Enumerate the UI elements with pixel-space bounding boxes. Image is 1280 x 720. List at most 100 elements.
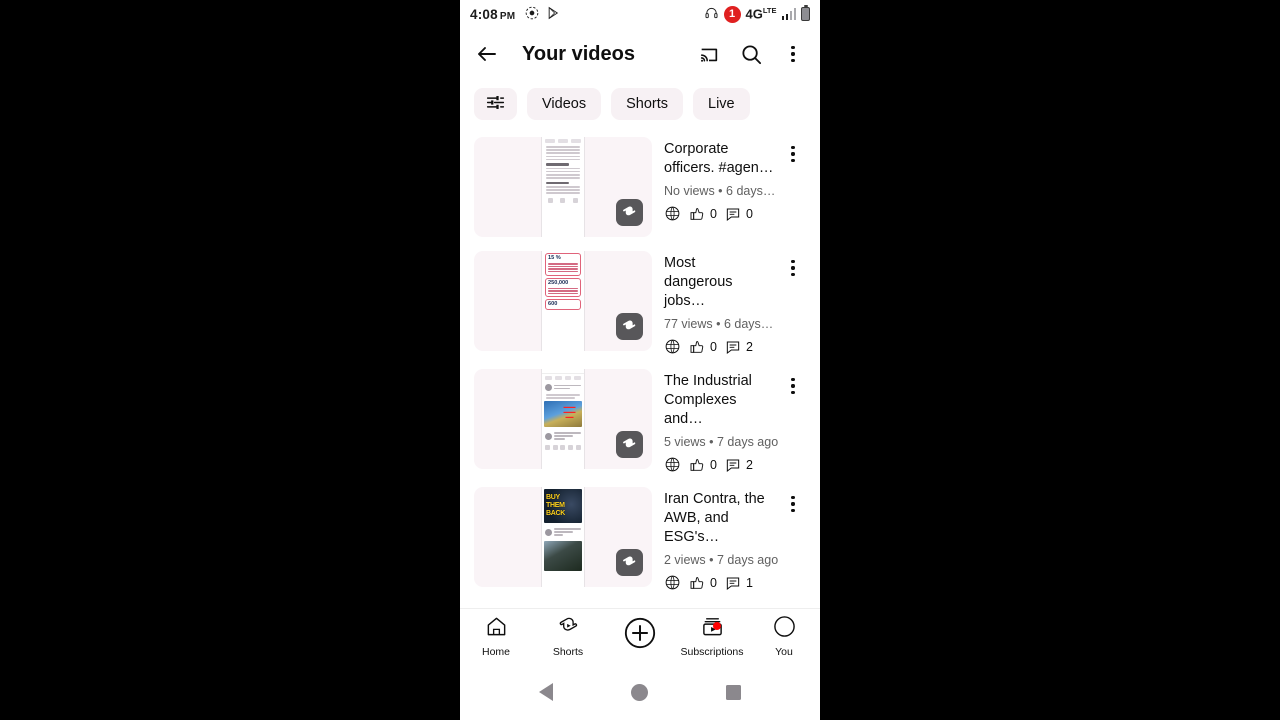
video-row-menu-icon[interactable] <box>780 141 806 167</box>
visibility-public-icon <box>664 338 681 355</box>
video-row[interactable]: ▬▬▬ ▬▬▬ ▬▬ The Industrial Complexes and… 5… <box>460 364 820 482</box>
video-row-menu-icon[interactable] <box>780 373 806 399</box>
video-thumbnail[interactable] <box>474 137 652 237</box>
play-store-icon <box>547 6 560 23</box>
filter-chip-row: Videos Shorts Live <box>460 80 820 132</box>
chip-filter[interactable] <box>474 88 517 120</box>
shorts-badge-icon <box>616 431 643 458</box>
subscriptions-badge-dot <box>713 622 721 630</box>
thumbnail-art-infographic: 15 % 250,000 600 <box>541 251 585 351</box>
video-thumbnail[interactable]: 15 % 250,000 600 <box>474 251 652 351</box>
nav-item-shorts[interactable]: Shorts <box>532 615 604 658</box>
status-bar-clock: 4:08 PM <box>470 7 515 22</box>
shorts-badge-icon <box>616 199 643 226</box>
back-arrow-icon[interactable] <box>474 41 500 67</box>
video-stats: 0 2 <box>664 338 806 355</box>
create-plus-icon <box>623 616 657 655</box>
like-count-value: 0 <box>710 339 717 354</box>
chip-shorts[interactable]: Shorts <box>611 88 683 120</box>
video-row-menu-icon[interactable] <box>780 491 806 517</box>
android-back-icon[interactable] <box>539 683 553 701</box>
comment-count-value: 2 <box>745 339 753 354</box>
like-count-value: 0 <box>710 575 717 590</box>
video-title: Most dangerous jobs… <box>664 255 733 309</box>
video-row-menu-icon[interactable] <box>780 255 806 281</box>
like-count: 0 <box>689 457 717 473</box>
android-recents-icon[interactable] <box>726 684 741 700</box>
cast-icon[interactable] <box>696 41 722 67</box>
video-row[interactable]: BUY THEM BACK Iran Contra, the AWB, and … <box>460 482 820 600</box>
nav-label-home: Home <box>481 646 510 658</box>
like-count: 0 <box>689 339 717 355</box>
account-avatar-icon <box>773 615 796 643</box>
video-subtitle: 77 views • 6 days… <box>664 317 774 331</box>
video-subtitle: 5 views • 7 days ago <box>664 435 779 449</box>
bottom-navigation: Home Shorts Subscriptions You <box>460 608 820 664</box>
video-meta: The Industrial Complexes and… 5 views • … <box>664 369 806 473</box>
video-meta: Corporate officers. #agen… No views • 6 … <box>664 137 806 237</box>
shorts-icon <box>557 615 580 643</box>
chip-live[interactable]: Live <box>693 88 750 120</box>
video-stats: 0 0 <box>664 205 806 222</box>
video-thumbnail[interactable]: ▬▬▬ ▬▬▬ ▬▬ <box>474 369 652 469</box>
screen-record-icon <box>525 6 539 23</box>
nav-item-subscriptions[interactable]: Subscriptions <box>676 615 748 658</box>
headphones-icon <box>704 6 719 23</box>
filter-sliders-icon <box>485 92 506 117</box>
video-row[interactable]: 15 % 250,000 600 Most dangerous jobs… 77… <box>460 246 820 364</box>
like-count-value: 0 <box>710 457 717 472</box>
thumb-stat-1: 15 % <box>548 255 561 261</box>
visibility-public-icon <box>664 205 681 222</box>
comment-count: 0 <box>725 206 753 222</box>
page-title: Your videos <box>522 42 635 65</box>
shorts-badge-icon <box>616 313 643 340</box>
home-icon <box>485 615 508 643</box>
video-stats: 0 2 <box>664 456 806 473</box>
visibility-public-icon <box>664 456 681 473</box>
nav-label-you: You <box>775 646 793 658</box>
thumb-overlay-text: BUY THEM BACK <box>546 494 566 517</box>
visibility-public-icon <box>664 574 681 591</box>
notification-badge: 1 <box>723 5 741 23</box>
video-subtitle: 2 views • 7 days ago <box>664 553 779 567</box>
video-title: The Industrial Complexes and… <box>664 373 752 427</box>
android-home-icon[interactable] <box>631 683 648 701</box>
nav-item-home[interactable]: Home <box>460 615 532 658</box>
comment-count-value: 2 <box>745 457 753 472</box>
video-list: Corporate officers. #agen… No views • 6 … <box>460 132 820 600</box>
video-meta: Most dangerous jobs… 77 views • 6 days… … <box>664 251 806 355</box>
comment-count: 2 <box>725 457 753 473</box>
battery-icon <box>801 4 810 21</box>
thumbnail-art-youtube-app: ▬▬▬ ▬▬▬ ▬▬ <box>541 369 585 469</box>
nav-item-create[interactable] <box>604 616 676 658</box>
subscriptions-icon <box>701 615 724 643</box>
thumb-stat-2: 250,000 <box>548 279 569 286</box>
clock-time: 4:08 <box>470 6 498 22</box>
video-subtitle: No views • 6 days… <box>664 184 776 198</box>
clock-ampm: PM <box>499 10 516 22</box>
thumbnail-art-buy-them-back: BUY THEM BACK <box>541 487 585 587</box>
video-row[interactable]: Corporate officers. #agen… No views • 6 … <box>460 132 820 246</box>
thumbnail-art-document <box>541 137 585 237</box>
comment-count: 2 <box>725 339 753 355</box>
nav-item-you[interactable]: You <box>748 615 820 658</box>
signal-bars-icon <box>781 8 796 20</box>
phone-screen: 4:08 PM 1 4GLTE Your videos Videos Short… <box>460 0 820 720</box>
app-header: Your videos <box>460 28 820 80</box>
network-type-label: 4GLTE <box>745 6 777 22</box>
chip-videos[interactable]: Videos <box>527 88 602 120</box>
like-count-value: 0 <box>710 206 717 221</box>
nav-label-shorts: Shorts <box>552 646 584 658</box>
like-count: 0 <box>689 206 717 222</box>
comment-count-value: 1 <box>745 575 753 590</box>
like-count: 0 <box>689 575 717 591</box>
thumb-stat-3: 600 <box>548 301 558 308</box>
video-thumbnail[interactable]: BUY THEM BACK <box>474 487 652 587</box>
shorts-badge-icon <box>616 549 643 576</box>
video-meta: Iran Contra, the AWB, and ESG's… 2 views… <box>664 487 806 591</box>
android-system-nav <box>460 664 820 720</box>
comment-count: 1 <box>725 575 753 591</box>
more-options-icon[interactable] <box>780 41 806 67</box>
nav-label-subscriptions: Subscriptions <box>680 646 744 658</box>
search-icon[interactable] <box>738 41 764 67</box>
